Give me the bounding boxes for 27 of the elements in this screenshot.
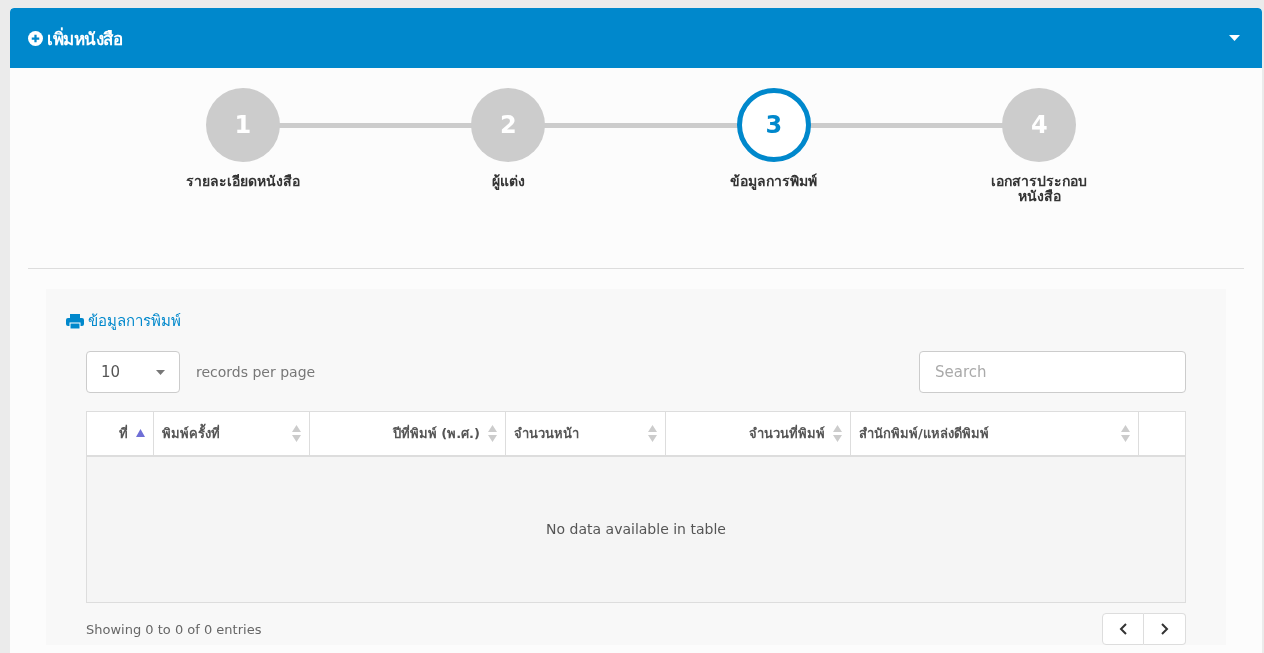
panel-title: เพิ่มหนังสือ — [47, 26, 122, 51]
column-header[interactable]: พิมพ์ครั้งที่ — [153, 411, 310, 456]
column-header[interactable]: ปีที่พิมพ์ (พ.ศ.) — [309, 411, 506, 456]
column-header[interactable]: ที่ — [86, 411, 154, 456]
chevron-left-icon — [1119, 623, 1127, 635]
column-header[interactable]: สำนักพิมพ์/แหล่งดีพิมพ์ — [850, 411, 1139, 456]
previous-page-button[interactable] — [1102, 613, 1144, 645]
column-header[interactable]: จำนวนหน้า — [505, 411, 666, 456]
plus-circle-icon — [28, 30, 43, 46]
records-per-page-label: records per page — [196, 364, 316, 380]
column-header — [1138, 411, 1186, 456]
step-label: รายละเอียดหนังสือ — [185, 174, 300, 189]
section-title: ข้อมูลการพิมพ์ — [88, 311, 181, 332]
column-header[interactable]: จำนวนที่พิมพ์ — [665, 411, 851, 456]
step-circle[interactable]: 3 — [736, 88, 811, 162]
caret-icon — [156, 369, 165, 375]
step-label: ผู้แต่ง — [491, 174, 525, 189]
search-field[interactable]: Search — [919, 351, 1186, 393]
page-length-select[interactable]: 10 — [86, 351, 180, 393]
table-info: Showing 0 to 0 of 0 entries — [86, 621, 262, 637]
empty-table-message: No data available in table — [86, 455, 1186, 603]
collapse-caret-icon[interactable] — [1229, 35, 1240, 41]
chevron-right-icon — [1160, 623, 1169, 635]
printer-icon — [66, 313, 84, 329]
step-label: เอกสารประกอบหนังสือ — [990, 174, 1089, 204]
step-label: ข้อมูลการพิมพ์ — [730, 174, 818, 189]
next-page-button[interactable] — [1144, 613, 1186, 645]
